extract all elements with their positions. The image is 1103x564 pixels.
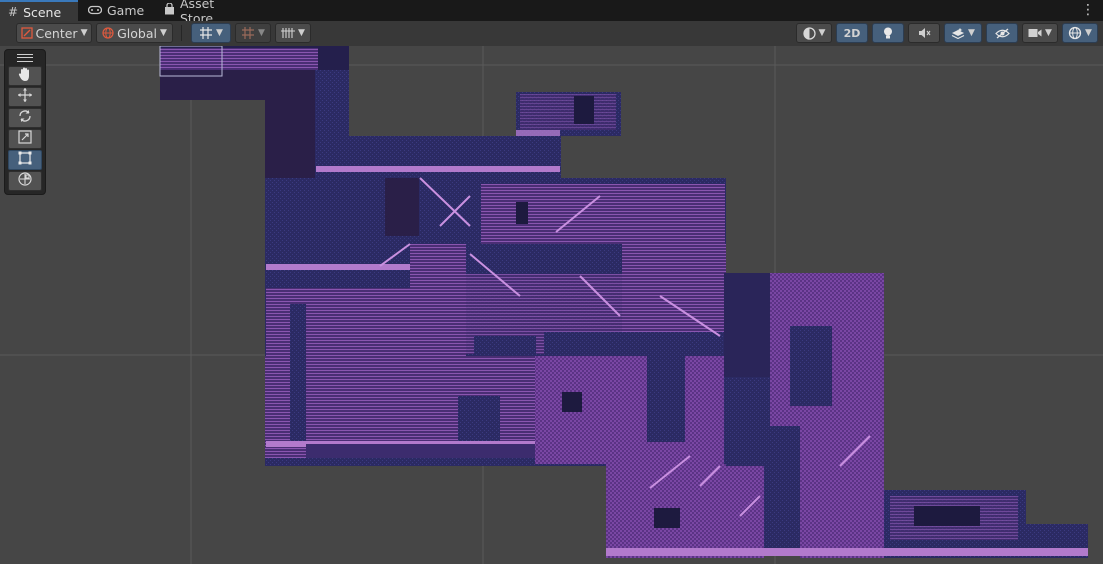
scale-tool-button[interactable]: [8, 129, 42, 149]
draw-mode-dropdown[interactable]: ▼: [796, 23, 832, 43]
transform-tool-button[interactable]: [8, 171, 42, 191]
chevron-down-icon: ▼: [80, 28, 88, 38]
scale-icon: [17, 129, 33, 149]
move-arrows-icon: [17, 87, 33, 107]
tab-scene-label: Scene: [23, 4, 62, 20]
layers-effects-icon: [951, 27, 965, 39]
scene-canvas[interactable]: [0, 46, 1103, 564]
globe-icon: [102, 27, 114, 39]
chevron-down-icon: ▼: [1085, 28, 1092, 38]
gizmos-dropdown[interactable]: ▼: [1062, 23, 1098, 43]
pivot-rotation-dropdown[interactable]: Global ▼: [96, 23, 173, 43]
unity-scene-window: # Scene Game Asset Store ⋮ Center ▼ Glob…: [0, 0, 1103, 564]
audio-toggle[interactable]: [908, 23, 940, 43]
chevron-down-icon: ▼: [298, 28, 305, 38]
video-camera-icon: [1028, 28, 1042, 38]
pivot-mode-dropdown[interactable]: Center ▼: [16, 23, 92, 43]
camera-settings-dropdown[interactable]: ▼: [1022, 23, 1058, 43]
tab-asset-store[interactable]: Asset Store: [156, 0, 252, 26]
chevron-down-icon: ▼: [159, 28, 167, 38]
increment-snapping-toggle[interactable]: ▼: [235, 23, 271, 43]
tool-palette: [4, 49, 46, 195]
tab-scene[interactable]: # Scene: [0, 0, 78, 22]
tilemap[interactable]: [160, 46, 1088, 558]
scene-viewport[interactable]: [0, 46, 1103, 564]
tab-bar: # Scene Game Asset Store ⋮: [0, 0, 1103, 26]
pivot-center-icon: [20, 27, 33, 39]
scene-visibility-toggle[interactable]: [986, 23, 1018, 43]
grid-visibility-dropdown[interactable]: ▼: [275, 23, 311, 43]
gamepad-icon: [87, 4, 103, 18]
hand-tool-button[interactable]: [8, 66, 42, 86]
lighting-toggle[interactable]: [872, 23, 904, 43]
rotate-tool-button[interactable]: [8, 108, 42, 128]
grid-snapping-toggle[interactable]: ▼: [191, 23, 231, 43]
rect-tool-button[interactable]: [8, 150, 42, 170]
hash-grid-icon: #: [8, 5, 19, 19]
hand-icon: [17, 66, 33, 86]
2d-mode-label: 2D: [843, 26, 861, 40]
pivot-mode-label: Center: [35, 25, 78, 41]
chevron-down-icon: ▼: [216, 28, 223, 38]
eye-hidden-icon: [994, 27, 1010, 39]
chevron-down-icon: ▼: [818, 28, 826, 38]
rect-transform-icon: [17, 150, 33, 170]
move-tool-button[interactable]: [8, 87, 42, 107]
effects-dropdown[interactable]: ▼: [944, 23, 982, 43]
more-options-icon[interactable]: ⋮: [1081, 2, 1095, 18]
transform-icon: [17, 171, 33, 191]
gizmo-globe-icon: [1068, 26, 1082, 40]
tab-game-label: Game: [107, 3, 145, 18]
scene-toolbar: Center ▼ Global ▼ ▼ ▼ ▼ ▼ 2D ▼ ▼ ▼: [0, 21, 1103, 47]
toolbar-separator: [181, 25, 182, 41]
grid-snap-icon: [199, 26, 213, 40]
speaker-muted-icon: [918, 27, 931, 39]
rotate-icon: [17, 108, 33, 128]
pivot-rotation-label: Global: [117, 25, 157, 41]
chevron-down-icon: ▼: [968, 28, 975, 38]
2d-mode-toggle[interactable]: 2D: [836, 23, 868, 43]
tab-game[interactable]: Game: [80, 0, 146, 21]
grid-lines-icon: [281, 27, 296, 39]
lightbulb-icon: [883, 27, 893, 40]
snap-increment-icon: [241, 26, 255, 40]
chevron-down-icon: ▼: [258, 28, 265, 38]
chevron-down-icon: ▼: [1045, 28, 1052, 38]
shaded-sphere-icon: [802, 26, 816, 40]
shopping-bag-icon: [164, 2, 175, 18]
palette-drag-handle[interactable]: [17, 54, 33, 62]
